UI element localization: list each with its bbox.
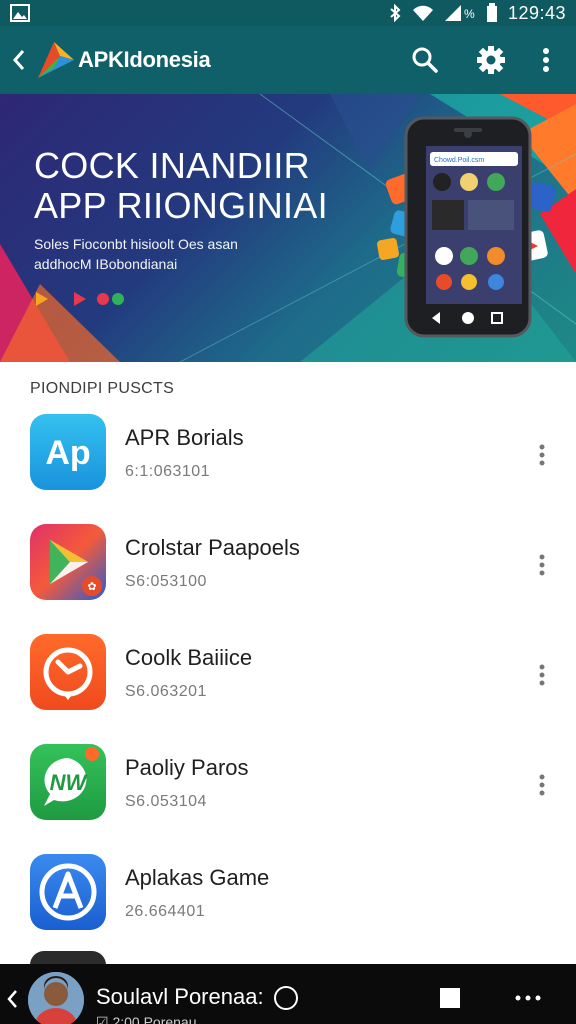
list-item[interactable]: Coolk Baiiice S6.063201 [0, 625, 576, 735]
list-item[interactable]: Ap APR Borials 6:1:063101 [0, 405, 576, 515]
back-icon [12, 50, 25, 70]
image-icon [10, 4, 30, 22]
row-more-button[interactable] [526, 545, 558, 585]
app-meta: 6:1:063101 [125, 463, 211, 480]
banner-subtitle: Soles Fioconbt hisioolt Oes asan addhocM… [34, 236, 238, 272]
app-meta: S6:053100 [125, 573, 207, 590]
section-header: PIONDIPI PUSCTS [30, 380, 175, 397]
app-title: APKIdonesia [78, 47, 211, 72]
settings-icon [477, 46, 505, 74]
list-item[interactable]: Aplakas Game 26.664401 [0, 845, 576, 955]
search-button[interactable] [392, 35, 458, 85]
square-icon[interactable] [440, 988, 460, 1008]
more-vert-icon [539, 664, 545, 686]
app-screen: % 129:43 APKIdonesia COCK INANDIIR APP R… [0, 0, 576, 1024]
row-more-button[interactable] [526, 765, 558, 805]
logo-icon [34, 38, 78, 82]
more-vert-icon [539, 774, 545, 796]
row-more-button[interactable] [526, 655, 558, 695]
more-horiz-button[interactable] [508, 986, 548, 1010]
list-item[interactable]: ✿ Crolstar Paapoels S6:053100 [0, 515, 576, 625]
more-horiz-icon [515, 995, 541, 1001]
wifi-icon [412, 4, 434, 22]
app-meta: S6.053104 [125, 793, 207, 810]
more-vert-icon [539, 554, 545, 576]
phone-url: Chowd.Poil.csm [434, 157, 484, 164]
more-vert-icon [543, 48, 549, 72]
app-meta: 26.664401 [125, 903, 206, 920]
promo-banner[interactable]: COCK INANDIIR APP RIIONGINIAI Soles Fioc… [0, 94, 576, 362]
bottom-back-button[interactable] [2, 984, 22, 1014]
user-name: Soulavl Porenaa: [96, 984, 264, 1009]
clock-app-icon [30, 634, 106, 710]
bottom-bar: Soulavl Porenaa: ☑ 2:00 Porenau [0, 964, 576, 1024]
phone-illustration: Chowd.Poil.csm [404, 116, 532, 338]
circle-icon[interactable] [274, 986, 298, 1010]
svg-text:%: % [464, 7, 475, 21]
ap-app-icon: Ap [30, 414, 106, 490]
a-app-icon [30, 854, 106, 930]
row-more-button[interactable] [526, 435, 558, 475]
more-options-button[interactable] [524, 35, 568, 85]
app-name: Crolstar Paapoels [125, 535, 300, 560]
status-time: 129:43 [507, 2, 566, 23]
svg-text:✿: ✿ [87, 581, 96, 593]
settings-button[interactable] [458, 35, 524, 85]
search-icon [412, 47, 438, 73]
back-button[interactable] [4, 40, 34, 80]
back-icon [7, 990, 17, 1008]
play-store-app-icon: ✿ [30, 524, 106, 600]
partial-app-icon [30, 951, 106, 965]
more-vert-icon [539, 444, 545, 466]
battery-icon [486, 3, 498, 23]
bluetooth-icon [388, 4, 402, 22]
app-name: Paoliy Paros [125, 755, 249, 780]
list-item[interactable]: NW Paoliy Paros S6.053104 [0, 735, 576, 845]
avatar[interactable] [28, 972, 84, 1024]
signal-icon: % [444, 4, 476, 22]
user-subtitle: ☑ 2:00 Porenau [96, 1014, 197, 1024]
app-name: Coolk Baiiice [125, 645, 253, 670]
banner-title: COCK INANDIIR APP RIIONGINIAI [34, 145, 328, 226]
app-list: Ap APR Borials 6:1:063101 ✿ Crolstar Paa… [0, 405, 576, 955]
svg-text:NW: NW [50, 770, 89, 795]
status-bar: % 129:43 [0, 0, 576, 26]
svg-text:Ap: Ap [45, 434, 90, 472]
app-bar: APKIdonesia [0, 26, 576, 94]
app-name: APR Borials [125, 425, 244, 450]
chat-app-icon: NW [30, 744, 106, 820]
app-meta: S6.063201 [125, 683, 207, 700]
app-name: Aplakas Game [125, 865, 270, 890]
